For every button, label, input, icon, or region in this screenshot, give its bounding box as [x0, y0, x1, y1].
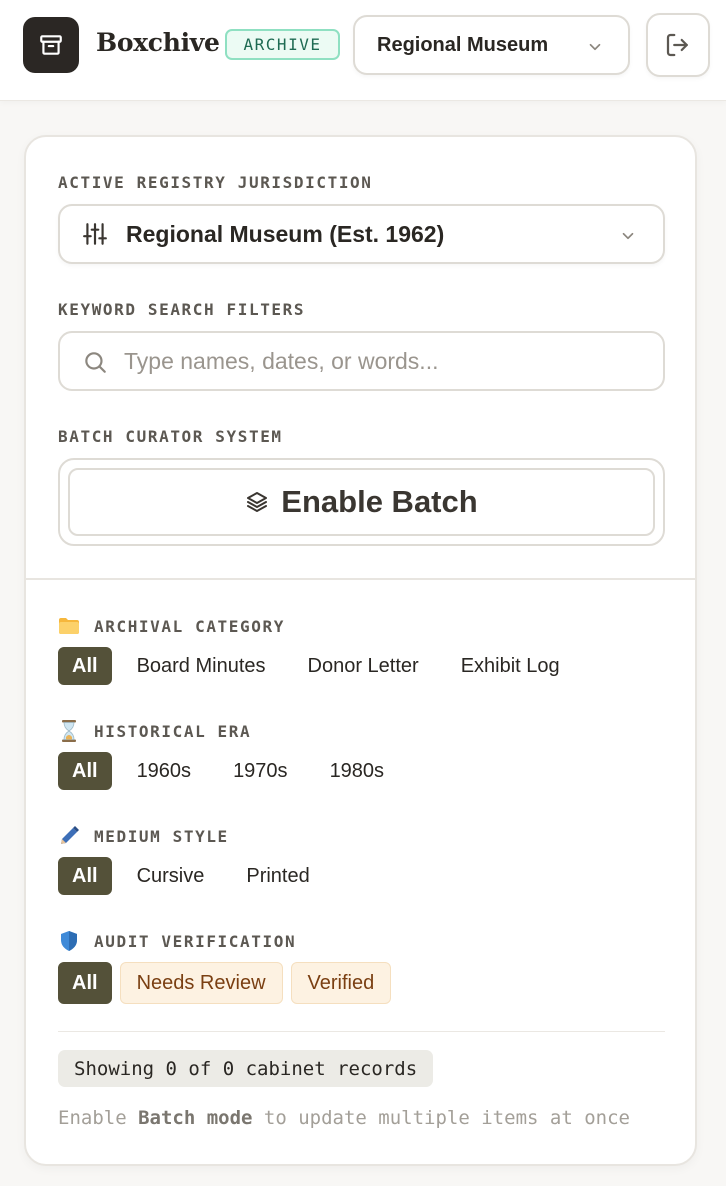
chip-medium-printed[interactable]: Printed	[229, 857, 326, 895]
search-label: KEYWORD SEARCH FILTERS	[58, 300, 306, 319]
jurisdiction-value: Regional Museum (Est. 1962)	[126, 220, 445, 247]
chip-category-exhibit-log[interactable]: Exhibit Log	[444, 647, 577, 685]
chip-category-all[interactable]: All	[58, 647, 112, 685]
medium-chips: All Cursive Printed	[58, 857, 327, 895]
batch-hint-strong: Batch mode	[138, 1107, 253, 1129]
batch-hint-pre: Enable	[58, 1107, 139, 1129]
chevron-down-icon	[622, 232, 634, 240]
chip-audit-verified[interactable]: Verified	[290, 962, 392, 1004]
chip-medium-cursive[interactable]: Cursive	[120, 857, 222, 895]
chip-category-board-minutes[interactable]: Board Minutes	[120, 647, 283, 685]
museum-select-value: Regional Museum	[377, 33, 549, 56]
category-chips: All Board Minutes Donor Letter Exhibit L…	[58, 647, 577, 685]
app-header: Boxchive ARCHIVE Regional Museum	[0, 0, 726, 101]
logout-icon	[666, 33, 688, 57]
filters-card: ACTIVE REGISTRY JURISDICTION Regional Mu…	[24, 135, 697, 1166]
batch-hint: Enable Batch mode to update multiple ite…	[58, 1107, 630, 1129]
batch-label: BATCH CURATOR SYSTEM	[58, 427, 283, 446]
chip-category-donor-letter[interactable]: Donor Letter	[291, 647, 436, 685]
medium-filter-header: MEDIUM STYLE	[58, 825, 229, 847]
chip-audit-all[interactable]: All	[58, 962, 112, 1004]
chip-medium-all[interactable]: All	[58, 857, 112, 895]
audit-filter-header: AUDIT VERIFICATION	[58, 930, 296, 952]
chevron-down-icon	[589, 43, 601, 51]
search-input[interactable]	[124, 333, 644, 389]
enable-batch-button[interactable]: Enable Batch	[68, 468, 655, 536]
era-chips: All 1960s 1970s 1980s	[58, 752, 401, 790]
folder-icon	[58, 615, 80, 637]
jurisdiction-label: ACTIVE REGISTRY JURISDICTION	[58, 173, 373, 192]
sliders-icon	[83, 223, 107, 245]
search-field	[58, 331, 665, 391]
enable-batch-label: Enable Batch	[281, 484, 478, 519]
audit-chips: All Needs Review Verified	[58, 962, 392, 1004]
archive-box-icon	[40, 35, 62, 55]
chip-era-all[interactable]: All	[58, 752, 112, 790]
jurisdiction-select[interactable]: Regional Museum (Est. 1962)	[58, 204, 665, 264]
chip-era-1960s[interactable]: 1960s	[120, 752, 209, 790]
shield-icon	[58, 930, 80, 952]
app-logo[interactable]	[23, 17, 79, 73]
record-count: Showing 0 of 0 cabinet records	[58, 1050, 434, 1087]
brand-name: Boxchive	[96, 28, 220, 57]
archive-badge: ARCHIVE	[225, 29, 340, 60]
audit-filter-label: AUDIT VERIFICATION	[94, 931, 297, 951]
medium-filter-label: MEDIUM STYLE	[94, 826, 229, 846]
category-filter-label: ARCHIVAL CATEGORY	[94, 616, 285, 636]
layers-icon	[247, 492, 268, 512]
section-divider	[26, 578, 695, 580]
chip-era-1980s[interactable]: 1980s	[313, 752, 402, 790]
pen-icon	[58, 825, 80, 847]
chip-audit-needs-review[interactable]: Needs Review	[119, 962, 283, 1004]
search-icon	[85, 352, 106, 373]
batch-hint-post: to update multiple items at once	[252, 1107, 630, 1129]
chip-era-1970s[interactable]: 1970s	[216, 752, 305, 790]
hourglass-icon	[58, 720, 80, 742]
museum-select[interactable]: Regional Museum	[353, 15, 630, 75]
logout-button[interactable]	[646, 13, 710, 77]
category-filter-header: ARCHIVAL CATEGORY	[58, 615, 285, 637]
footer-divider	[58, 1031, 665, 1032]
era-filter-label: HISTORICAL ERA	[94, 721, 252, 741]
batch-container: Enable Batch	[58, 458, 665, 546]
era-filter-header: HISTORICAL ERA	[58, 720, 251, 742]
